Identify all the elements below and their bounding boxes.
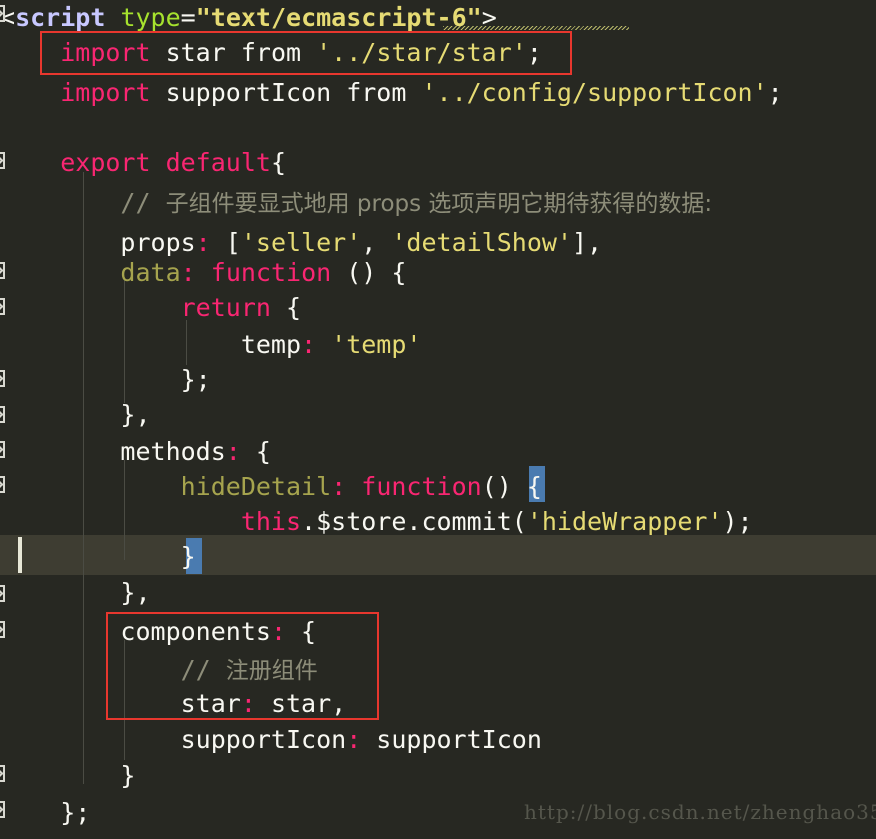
token-punctuation: ; bbox=[767, 78, 783, 107]
token-comment-marker: // bbox=[120, 188, 166, 217]
token-string: 'temp' bbox=[331, 330, 422, 359]
token-brace: { bbox=[270, 293, 302, 322]
code-line[interactable]: }, bbox=[0, 573, 876, 613]
token-keyword: return bbox=[180, 293, 271, 322]
code-line[interactable]: export default{ bbox=[0, 143, 876, 183]
code-editor[interactable]: <script type="text/ecmascript-6"> import… bbox=[0, 0, 876, 839]
annotation-box-import-star bbox=[40, 31, 572, 75]
token-property: data bbox=[120, 258, 181, 287]
token-tag-name: script bbox=[15, 3, 106, 32]
code-line[interactable]: hideDetail: function() { bbox=[0, 467, 876, 507]
token-property: methods bbox=[0, 437, 226, 466]
token-brace: { bbox=[240, 437, 271, 466]
token-colon: : bbox=[225, 437, 241, 466]
fold-marker-icon[interactable] bbox=[0, 5, 5, 22]
fold-marker-icon[interactable] bbox=[0, 801, 5, 818]
fold-marker-icon[interactable] bbox=[0, 152, 5, 169]
token-property: temp bbox=[0, 330, 302, 359]
token-string: '../config/supportIcon' bbox=[421, 78, 768, 107]
token-keyword: function bbox=[210, 258, 332, 287]
code-line[interactable]: } bbox=[0, 756, 876, 796]
code-line[interactable]: supportIcon: supportIcon bbox=[0, 720, 876, 760]
token-keyword-this: this bbox=[240, 507, 302, 536]
token-brace-matched: } bbox=[180, 542, 196, 571]
fold-marker-icon[interactable] bbox=[0, 441, 5, 458]
token-keyword: function bbox=[361, 472, 482, 501]
token-identifier: supportIcon bbox=[361, 725, 542, 754]
fold-marker-icon[interactable] bbox=[0, 765, 5, 782]
token-member-expression: .$store.commit( bbox=[301, 507, 527, 536]
token-colon: : bbox=[346, 725, 362, 754]
token-property: hideDetail bbox=[180, 472, 332, 501]
code-line[interactable]: }; bbox=[0, 360, 876, 400]
token-brace: { bbox=[270, 148, 286, 177]
code-line-comment[interactable]: // 子组件要显式地用 props 选项声明它期待获得的数据: bbox=[0, 183, 876, 223]
token-punctuation: () { bbox=[331, 258, 407, 287]
token-string: 'hideWrapper' bbox=[526, 507, 723, 536]
watermark-text: http://blog.csdn.net/zhenghao35791 bbox=[524, 800, 876, 824]
token-brace: } bbox=[0, 761, 136, 790]
annotation-box-components bbox=[106, 612, 379, 720]
token-operator: = bbox=[180, 3, 196, 32]
code-line[interactable]: data: function () { bbox=[0, 253, 876, 293]
code-line[interactable]: return { bbox=[0, 288, 876, 328]
token-property: supportIcon bbox=[0, 725, 347, 754]
code-line[interactable]: this.$store.commit('hideWrapper'); bbox=[0, 502, 876, 542]
fold-marker-icon[interactable] bbox=[0, 262, 5, 279]
token-brace: }, bbox=[0, 578, 151, 607]
code-line[interactable]: }, bbox=[0, 395, 876, 435]
fold-marker-icon[interactable] bbox=[0, 476, 5, 493]
code-line[interactable]: methods: { bbox=[0, 432, 876, 472]
token-identifier: supportIcon from bbox=[150, 78, 422, 107]
token-brace: }; bbox=[0, 798, 91, 827]
fold-marker-icon[interactable] bbox=[0, 370, 5, 387]
lint-squiggle-underline bbox=[443, 26, 629, 30]
fold-marker-icon[interactable] bbox=[0, 406, 5, 423]
token-parens: () bbox=[481, 472, 527, 501]
token-keyword: import bbox=[60, 78, 151, 107]
code-line[interactable]: } bbox=[0, 537, 876, 577]
fold-marker-icon[interactable] bbox=[0, 621, 5, 638]
token-punctuation: ); bbox=[722, 507, 753, 536]
fold-marker-icon[interactable] bbox=[0, 298, 5, 315]
token-brace-matched: { bbox=[526, 472, 542, 501]
token-colon: : bbox=[331, 472, 347, 501]
token-keyword: export default bbox=[60, 148, 271, 177]
token-string: "text/ecmascript-6" bbox=[195, 3, 482, 32]
token-attribute: type bbox=[120, 3, 181, 32]
token-brace: }, bbox=[0, 400, 151, 429]
code-line[interactable]: import supportIcon from '../config/suppo… bbox=[0, 73, 876, 113]
token-colon: : bbox=[301, 330, 317, 359]
token-brace: }; bbox=[0, 365, 211, 394]
token-comment-text: 子组件要显式地用 props 选项声明它期待获得的数据: bbox=[165, 191, 713, 217]
code-line[interactable]: temp: 'temp' bbox=[0, 325, 876, 365]
fold-marker-icon[interactable] bbox=[0, 585, 5, 602]
token-colon: : bbox=[180, 258, 196, 287]
